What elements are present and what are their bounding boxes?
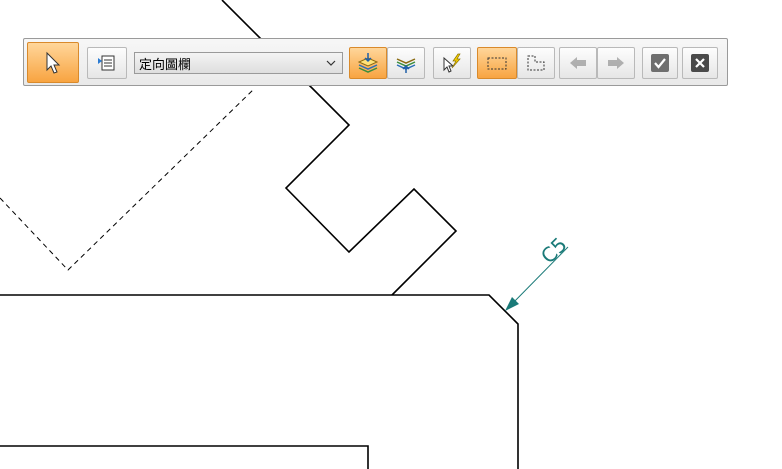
dashed-construction-line[interactable]	[0, 87, 256, 271]
rectangle-region-button[interactable]	[477, 47, 517, 79]
polygon-dashed-icon	[527, 55, 545, 71]
orientation-dropdown-value: 定向圖欄	[139, 57, 192, 73]
checkmark-icon	[651, 54, 669, 72]
layers-add-icon	[357, 53, 379, 73]
orientation-dropdown[interactable]: 定向圖欄	[134, 52, 343, 74]
previous-button[interactable]	[559, 47, 597, 79]
layers-stack-icon	[396, 58, 416, 73]
body-outline-line[interactable]	[0, 294, 519, 469]
inner-outline-line[interactable]	[0, 445, 369, 469]
accept-button[interactable]	[642, 47, 678, 79]
arrow-left-icon	[570, 57, 586, 69]
arrow-cursor-icon	[46, 51, 61, 74]
selection-toolbar: 定向圖欄	[23, 38, 728, 86]
arrow-right-icon	[608, 57, 624, 69]
rectangle-dashed-icon	[487, 57, 507, 70]
list-filter-icon	[98, 55, 115, 71]
cancel-button[interactable]	[682, 47, 718, 79]
select-sketch-button[interactable]	[433, 47, 471, 79]
cursor-lightning-icon	[443, 53, 461, 73]
chamfer-dimension-label[interactable]: C5	[536, 232, 572, 268]
chevron-down-icon	[326, 60, 336, 66]
filter-button[interactable]	[87, 47, 127, 79]
select-tool-button[interactable]	[27, 42, 79, 83]
layers-stack-button[interactable]	[387, 47, 425, 79]
next-button[interactable]	[597, 47, 635, 79]
close-icon	[691, 54, 709, 72]
polygon-region-button[interactable]	[517, 47, 555, 79]
add-to-layer-button[interactable]	[349, 47, 387, 79]
